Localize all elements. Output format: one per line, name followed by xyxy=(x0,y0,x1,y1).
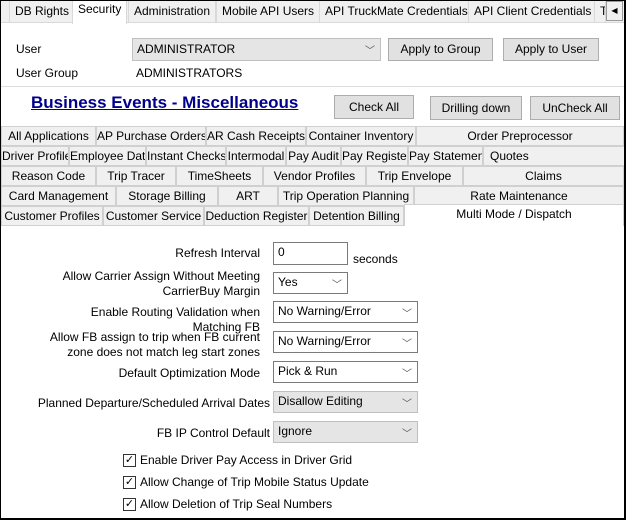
seconds-label: seconds xyxy=(353,252,398,266)
checkmark-icon: ✓ xyxy=(123,453,136,467)
tab-vendor-profiles[interactable]: Vendor Profiles xyxy=(263,166,366,186)
top-tab-api-truckmate-credentials[interactable]: API TruckMate Credentials xyxy=(319,1,474,23)
top-tab-truncated[interactable]: T xyxy=(594,1,606,23)
tab-detention-billing[interactable]: Detention Billing xyxy=(309,206,404,226)
mobile-status-checkbox[interactable]: ✓ Allow Change of Trip Mobile Status Upda… xyxy=(123,475,369,489)
module-tabs: All Applications AP Purchase Orders AR C… xyxy=(1,126,624,226)
chevron-down-icon: ﹀ xyxy=(402,399,412,410)
chevron-down-icon: ﹀ xyxy=(402,339,412,350)
planned-dates-dropdown[interactable]: Disallow Editing ﹀ xyxy=(273,391,418,413)
tab-instant-checks[interactable]: Instant Checks xyxy=(146,146,226,166)
optimization-mode-label: Default Optimization Mode xyxy=(118,366,260,380)
ip-control-value: Ignore xyxy=(278,424,313,438)
tab-claims[interactable]: Claims xyxy=(463,166,624,186)
ip-control-label: FB IP Control Default xyxy=(156,426,270,440)
window: DB Rights Security Administration Mobile… xyxy=(1,1,624,518)
user-dropdown[interactable]: ADMINISTRATOR ﹀ xyxy=(132,38,381,61)
top-tab-db-rights[interactable]: DB Rights xyxy=(9,1,76,23)
driver-pay-checkbox[interactable]: ✓ Enable Driver Pay Access in Driver Grid xyxy=(123,453,352,467)
tab-storage-billing[interactable]: Storage Billing xyxy=(116,186,218,206)
fb-zone-label: Allow FB assign to trip when FB current … xyxy=(49,330,260,359)
uncheck-all-button[interactable]: UnCheck All xyxy=(530,96,620,120)
tab-ar-cash-receipts[interactable]: AR Cash Receipts xyxy=(206,126,306,146)
routing-validation-value: No Warning/Error xyxy=(278,304,371,318)
tab-scroll-left-icon[interactable]: ◀ xyxy=(606,1,623,21)
tab-trip-tracer[interactable]: Trip Tracer xyxy=(96,166,176,186)
top-tab-bar: DB Rights Security Administration Mobile… xyxy=(1,1,624,24)
top-tab-api-client-credentials[interactable]: API Client Credentials xyxy=(468,1,598,23)
top-tab-security[interactable]: Security xyxy=(72,1,128,24)
section-title: Business Events - Miscellaneous xyxy=(31,93,299,112)
planned-dates-label: Planned Departure/Scheduled Arrival Date… xyxy=(37,396,270,410)
chevron-down-icon: ﹀ xyxy=(365,46,375,57)
tab-intermodal[interactable]: Intermodal xyxy=(226,146,286,166)
user-group-value: ADMINISTRATORS xyxy=(136,66,243,80)
chevron-down-icon: ﹀ xyxy=(402,369,412,380)
optimization-mode-dropdown[interactable]: Pick & Run ﹀ xyxy=(273,361,418,383)
fb-zone-dropdown[interactable]: No Warning/Error ﹀ xyxy=(273,331,418,353)
tab-customer-service[interactable]: Customer Service xyxy=(103,206,204,226)
carrier-assign-dropdown[interactable]: Yes ﹀ xyxy=(273,272,348,294)
divider xyxy=(1,86,624,87)
tab-timesheets[interactable]: TimeSheets xyxy=(176,166,263,186)
optimization-mode-value: Pick & Run xyxy=(278,364,338,378)
check-all-button[interactable]: Check All xyxy=(334,95,414,119)
driver-pay-label: Enable Driver Pay Access in Driver Grid xyxy=(140,453,353,467)
ip-control-dropdown[interactable]: Ignore ﹀ xyxy=(273,421,418,443)
checkmark-icon: ✓ xyxy=(123,497,136,511)
tab-employee-data[interactable]: Employee Data xyxy=(69,146,146,166)
planned-dates-value: Disallow Editing xyxy=(278,394,363,408)
routing-validation-dropdown[interactable]: No Warning/Error ﹀ xyxy=(273,301,418,323)
tab-pay-audit[interactable]: Pay Audit xyxy=(286,146,341,166)
tab-art[interactable]: ART xyxy=(218,186,278,206)
user-value: ADMINISTRATOR xyxy=(137,42,236,56)
mobile-status-label: Allow Change of Trip Mobile Status Updat… xyxy=(140,475,369,489)
checkmark-icon: ✓ xyxy=(123,475,136,489)
tab-order-preprocessor[interactable]: Order Preprocessor xyxy=(416,126,624,146)
top-tab-mobile-api-users[interactable]: Mobile API Users xyxy=(216,1,321,23)
tab-trip-operation-planning[interactable]: Trip Operation Planning xyxy=(278,186,414,206)
user-label: User xyxy=(16,42,42,56)
tab-deduction-register[interactable]: Deduction Register xyxy=(204,206,309,226)
chevron-down-icon: ﹀ xyxy=(402,309,412,320)
top-tab-administration[interactable]: Administration xyxy=(128,1,217,23)
apply-to-group-button[interactable]: Apply to Group xyxy=(388,38,493,61)
seal-numbers-label: Allow Deletion of Trip Seal Numbers xyxy=(140,497,333,511)
carrier-assign-value: Yes xyxy=(278,275,298,289)
drilling-down-button[interactable]: Drilling down xyxy=(430,96,522,120)
tab-quotes[interactable]: Quotes xyxy=(483,146,624,166)
refresh-interval-label: Refresh Interval xyxy=(175,246,260,260)
tab-all-applications[interactable]: All Applications xyxy=(1,126,96,146)
fb-zone-value: No Warning/Error xyxy=(278,334,371,348)
tab-reason-code[interactable]: Reason Code xyxy=(1,166,96,186)
tab-customer-profiles[interactable]: Customer Profiles xyxy=(1,206,103,226)
user-group-label: User Group xyxy=(16,66,79,80)
tab-multi-mode-dispatch[interactable]: Multi Mode / Dispatch xyxy=(404,204,624,226)
tab-trip-envelope[interactable]: Trip Envelope xyxy=(366,166,463,186)
tab-container-inventory[interactable]: Container Inventory xyxy=(306,126,416,146)
seal-numbers-checkbox[interactable]: ✓ Allow Deletion of Trip Seal Numbers xyxy=(123,497,332,511)
tab-pay-statement[interactable]: Pay Statement xyxy=(408,146,483,166)
chevron-down-icon: ﹀ xyxy=(402,429,412,440)
tab-pay-register[interactable]: Pay Register xyxy=(341,146,408,166)
tab-rate-maintenance[interactable]: Rate Maintenance xyxy=(414,186,624,206)
tab-card-management[interactable]: Card Management xyxy=(1,186,116,206)
refresh-interval-input[interactable]: 0 xyxy=(273,242,348,265)
tab-driver-profile[interactable]: Driver Profile xyxy=(1,146,69,166)
carrier-assign-label: Allow Carrier Assign Without Meeting Car… xyxy=(62,269,260,298)
apply-to-user-button[interactable]: Apply to User xyxy=(503,38,599,61)
tab-ap-purchase-orders[interactable]: AP Purchase Orders xyxy=(96,126,206,146)
chevron-down-icon: ﹀ xyxy=(332,280,342,291)
